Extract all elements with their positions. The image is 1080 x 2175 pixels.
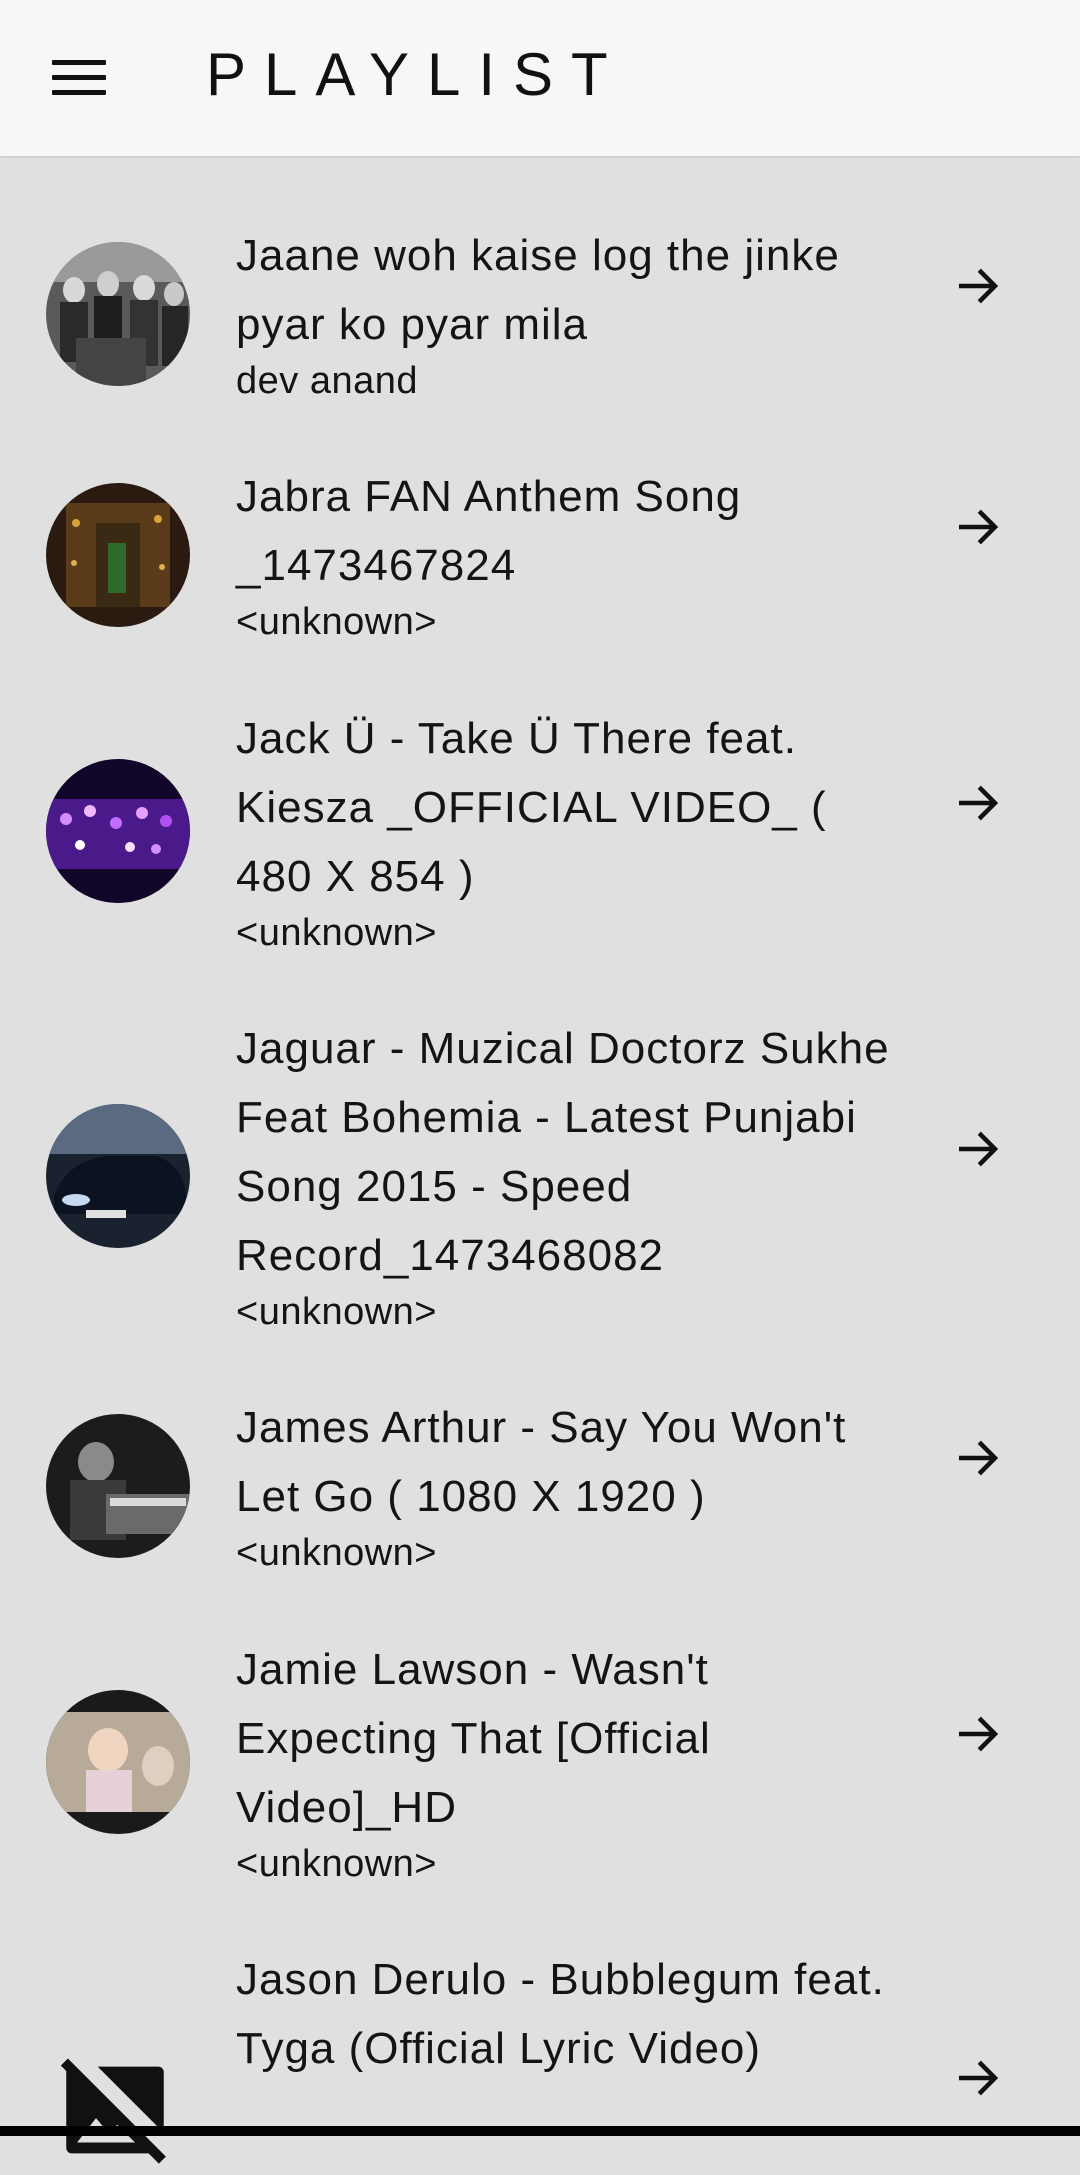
- thumbnail: [46, 1104, 190, 1248]
- arrow-right-icon[interactable]: [950, 1431, 1004, 1485]
- hamburger-menu-icon[interactable]: [52, 58, 108, 98]
- song-title: Jaane woh kaise log the jinke pyar ko py…: [236, 231, 840, 349]
- arrow-right-icon[interactable]: [950, 259, 1004, 313]
- arrow-right-icon[interactable]: [950, 2051, 1004, 2105]
- app-bar: PLAYLIST: [0, 0, 1080, 156]
- song-artist: dev anand: [236, 360, 418, 402]
- list-item[interactable]: Jamie Lawson - Wasn't Expecting That [Of…: [0, 1573, 1080, 1885]
- list-item[interactable]: James Arthur - Say You Won't Let Go ( 10…: [0, 1331, 1080, 1574]
- song-artist: <unknown>: [236, 601, 437, 643]
- list-item[interactable]: Jason Derulo - Bubblegum feat. Tyga (Off…: [0, 1883, 1080, 2164]
- song-artist: <unknown>: [236, 912, 437, 954]
- song-artist: <unknown>: [236, 1532, 437, 1574]
- song-artist: <unknown>: [236, 1291, 437, 1333]
- thumbnail: [46, 242, 190, 386]
- no-image-icon: [60, 2058, 166, 2164]
- playlist: Jaane woh kaise log the jinke pyar ko py…: [0, 158, 1080, 2164]
- arrow-right-icon[interactable]: [950, 500, 1004, 554]
- list-item[interactable]: Jaane woh kaise log the jinke pyar ko py…: [0, 158, 1080, 402]
- thumbnail: [46, 759, 190, 903]
- thumbnail: [46, 483, 190, 627]
- song-title: Jamie Lawson - Wasn't Expecting That [Of…: [236, 1645, 711, 1832]
- song-artist: <unknown>: [236, 1843, 437, 1885]
- page-title: PLAYLIST: [206, 41, 626, 108]
- thumbnail: [46, 1414, 190, 1558]
- song-title: Jack Ü - Take Ü There feat. Kiesza _OFFI…: [236, 714, 827, 901]
- song-title: Jason Derulo - Bubblegum feat. Tyga (Off…: [236, 1955, 885, 2073]
- song-title: James Arthur - Say You Won't Let Go ( 10…: [236, 1403, 847, 1521]
- list-item[interactable]: Jaguar - Muzical Doctorz Sukhe Feat Bohe…: [0, 952, 1080, 1333]
- list-item[interactable]: Jack Ü - Take Ü There feat. Kiesza _OFFI…: [0, 642, 1080, 954]
- arrow-right-icon[interactable]: [950, 1122, 1004, 1176]
- system-navigation-bar: [0, 2126, 1080, 2136]
- arrow-right-icon[interactable]: [950, 776, 1004, 830]
- list-item[interactable]: Jabra FAN Anthem Song _1473467824 <unkno…: [0, 400, 1080, 643]
- thumbnail: [46, 1690, 190, 1834]
- song-title: Jabra FAN Anthem Song _1473467824: [236, 472, 742, 590]
- song-title: Jaguar - Muzical Doctorz Sukhe Feat Bohe…: [236, 1024, 890, 1280]
- arrow-right-icon[interactable]: [950, 1707, 1004, 1761]
